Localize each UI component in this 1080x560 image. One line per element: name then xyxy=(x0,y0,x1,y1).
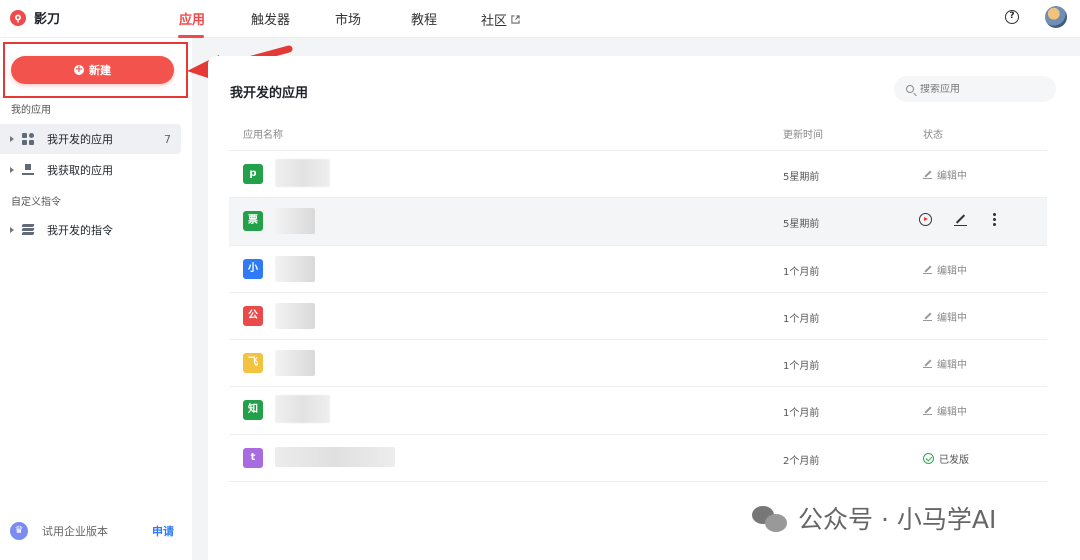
edit-icon[interactable] xyxy=(954,213,967,227)
pencil-icon xyxy=(923,406,932,416)
section-label-custom-commands: 自定义指令 xyxy=(11,197,61,208)
brand-logo-icon xyxy=(10,9,26,26)
table-header: 应用名称 更新时间 状态 xyxy=(229,116,1047,151)
sidebar: + 新建 我的应用 我开发的应用 7 我获取的应用 自定义指令 我开发的指令 ♛… xyxy=(0,38,192,560)
more-vertical-icon[interactable] xyxy=(992,213,996,227)
app-avatar-icon: p xyxy=(243,164,263,184)
updated-time: 5星期前 xyxy=(783,219,820,231)
pencil-icon xyxy=(923,312,932,321)
status-badge: 编辑中 xyxy=(923,403,967,418)
app-avatar-icon: 票 xyxy=(243,211,263,232)
sidebar-item-label: 我开发的应用 xyxy=(47,133,113,146)
redacted-app-name xyxy=(275,302,315,329)
external-link-icon xyxy=(511,14,520,24)
pencil-icon xyxy=(923,265,932,274)
trial-text: 试用企业版本 xyxy=(42,525,108,538)
watermark-text: 公众号 · 小马学AI xyxy=(798,505,997,534)
nav-tab-market[interactable]: 市场 xyxy=(335,9,361,29)
redacted-app-name xyxy=(275,395,330,424)
annotation-highlight-box xyxy=(3,42,188,98)
status-text: 已发版 xyxy=(939,454,969,466)
status-text: 编辑中 xyxy=(937,360,967,372)
status-badge: 编辑中 xyxy=(923,262,967,277)
nav-tab-community[interactable]: 社区 xyxy=(481,9,520,29)
updated-time: 1个月前 xyxy=(783,408,820,420)
page-title: 我开发的应用 xyxy=(230,86,309,101)
pencil-icon xyxy=(923,359,932,369)
top-bar: 影刀 应用 触发器 市场 教程 社区 ? xyxy=(0,0,1080,38)
caret-right-icon xyxy=(10,136,14,142)
sidebar-item-my-commands[interactable]: 我开发的指令 xyxy=(0,215,181,245)
table-row[interactable]: 小 1个月前 编辑中 xyxy=(229,246,1047,293)
brand-name: 影刀 xyxy=(34,12,61,27)
trial-enterprise-banner: ♛ 试用企业版本 申请 xyxy=(0,516,192,546)
caret-right-icon xyxy=(10,167,14,173)
search-icon xyxy=(906,85,914,93)
column-header-name: 应用名称 xyxy=(243,130,283,141)
help-icon[interactable]: ? xyxy=(1005,10,1019,24)
sidebar-item-my-developed-apps[interactable]: 我开发的应用 7 xyxy=(0,124,181,154)
apps-table: 应用名称 更新时间 状态 p 5星期前 编辑中 票 5星期前 小 1个月前 编辑… xyxy=(229,116,1047,483)
watermark: 公众号 · 小马学AI xyxy=(752,500,996,536)
status-badge: 编辑中 xyxy=(923,167,967,182)
app-avatar-icon: t xyxy=(243,447,263,468)
app-avatar-icon: 飞 xyxy=(243,353,263,374)
run-icon[interactable] xyxy=(919,213,932,227)
app-avatar-icon: 知 xyxy=(243,400,263,421)
updated-time: 1个月前 xyxy=(783,266,820,278)
grid-icon xyxy=(22,133,34,145)
column-header-updated: 更新时间 xyxy=(783,130,823,141)
nav-tab-community-label: 社区 xyxy=(481,13,508,29)
redacted-app-name xyxy=(275,350,315,377)
table-row[interactable]: p 5星期前 编辑中 xyxy=(229,151,1047,199)
sidebar-item-acquired-apps[interactable]: 我获取的应用 xyxy=(0,155,181,185)
redacted-app-name xyxy=(275,446,395,467)
sidebar-item-label: 我开发的指令 xyxy=(47,224,113,237)
status-badge: 编辑中 xyxy=(923,356,967,371)
sidebar-item-label: 我获取的应用 xyxy=(47,164,113,177)
updated-time: 5星期前 xyxy=(783,172,820,183)
table-row[interactable]: 公 1个月前 编辑中 xyxy=(229,293,1047,341)
item-count-badge: 7 xyxy=(164,132,171,146)
table-row[interactable]: t 2个月前 已发版 xyxy=(229,435,1047,483)
app-avatar-icon: 公 xyxy=(243,305,263,326)
status-badge: 编辑中 xyxy=(923,309,967,324)
status-badge: 已发版 xyxy=(923,451,969,466)
main-panel: 我开发的应用 应用名称 更新时间 状态 p 5星期前 编辑中 票 5星期前 xyxy=(208,56,1080,560)
pencil-icon xyxy=(923,170,932,179)
status-text: 编辑中 xyxy=(937,312,967,324)
trial-apply-link[interactable]: 申请 xyxy=(152,523,174,539)
updated-time: 2个月前 xyxy=(783,455,820,467)
table-row[interactable]: 知 1个月前 编辑中 xyxy=(229,387,1047,435)
status-text: 编辑中 xyxy=(937,407,967,419)
layers-icon xyxy=(21,224,35,236)
updated-time: 1个月前 xyxy=(783,361,820,373)
updated-time: 1个月前 xyxy=(783,313,820,325)
redacted-app-name xyxy=(275,255,315,282)
check-circle-icon xyxy=(923,452,934,464)
caret-right-icon xyxy=(10,227,14,233)
table-row[interactable]: 飞 1个月前 编辑中 xyxy=(229,340,1047,388)
row-actions xyxy=(919,213,996,227)
status-text: 编辑中 xyxy=(937,171,967,182)
redacted-app-name xyxy=(275,159,330,187)
app-avatar-icon: 小 xyxy=(243,258,263,279)
avatar[interactable] xyxy=(1045,6,1067,28)
search-input[interactable] xyxy=(920,83,1040,95)
section-label-my-apps: 我的应用 xyxy=(11,105,51,116)
wechat-icon xyxy=(752,504,788,532)
search-box[interactable] xyxy=(894,76,1056,102)
nav-tab-apps[interactable]: 应用 xyxy=(179,9,205,29)
nav-tab-tutorials[interactable]: 教程 xyxy=(411,9,437,29)
brand[interactable]: 影刀 xyxy=(10,8,60,27)
download-icon xyxy=(22,164,34,176)
table-row[interactable]: 票 5星期前 xyxy=(229,198,1047,246)
crown-icon: ♛ xyxy=(10,522,28,540)
nav-tab-triggers[interactable]: 触发器 xyxy=(251,9,290,29)
column-header-status: 状态 xyxy=(923,130,943,141)
redacted-app-name xyxy=(275,208,315,235)
status-text: 编辑中 xyxy=(937,265,967,277)
